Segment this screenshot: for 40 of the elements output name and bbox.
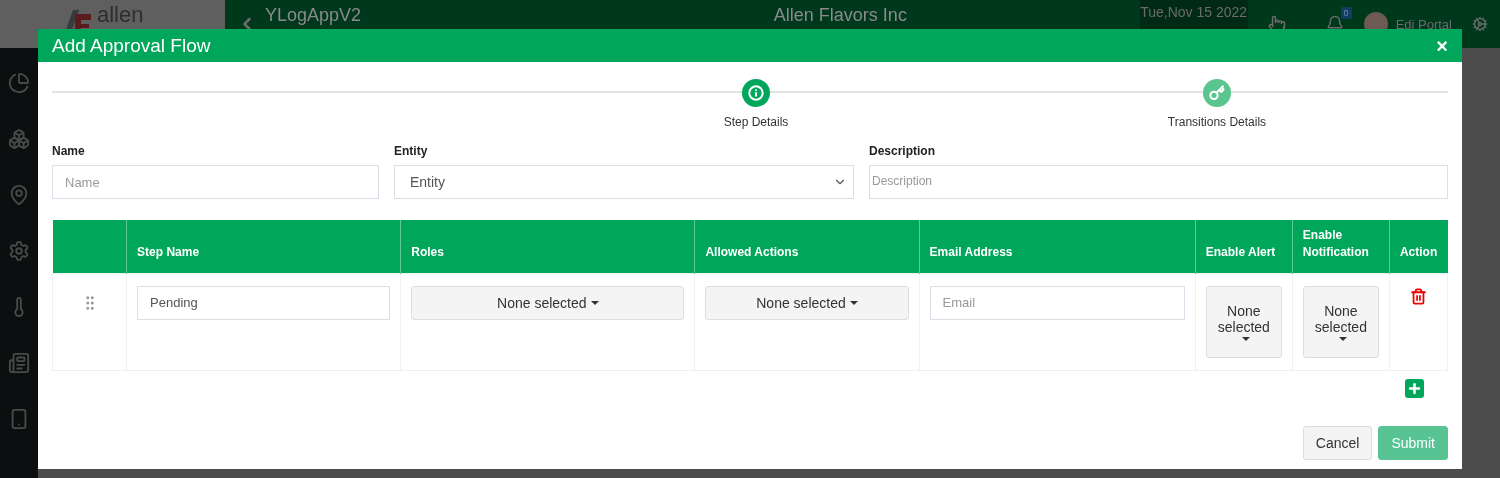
dropdown-button[interactable]: None selected bbox=[1302, 285, 1379, 358]
dropdown-button[interactable]: None selected bbox=[1205, 285, 1282, 358]
gear-icon[interactable] bbox=[8, 240, 30, 262]
user-name: Edi Portal bbox=[1395, 16, 1452, 32]
step-circle[interactable] bbox=[1203, 79, 1231, 107]
newspaper-icon[interactable] bbox=[8, 352, 30, 374]
add-button[interactable] bbox=[1405, 378, 1424, 398]
entity-select[interactable]: Entity bbox=[394, 165, 854, 199]
column-header: Step Name bbox=[126, 220, 401, 273]
description-field[interactable]: Description bbox=[869, 165, 1448, 199]
notification-badge: 0 bbox=[1340, 7, 1352, 19]
column-header: Allowed Actions bbox=[694, 220, 920, 273]
step-circle[interactable] bbox=[742, 79, 770, 107]
step-label: Transitions Details bbox=[1167, 115, 1267, 129]
step-label: Step Details bbox=[723, 115, 789, 129]
trash-icon[interactable] bbox=[1409, 287, 1427, 305]
email-field[interactable]: Email bbox=[929, 285, 1185, 320]
info-icon bbox=[748, 85, 764, 101]
name-field[interactable]: Name bbox=[52, 165, 379, 199]
column-header: Enable Notification bbox=[1292, 220, 1390, 273]
boxes-icon[interactable] bbox=[8, 128, 30, 150]
app-title: YLogAppV2 bbox=[265, 5, 362, 25]
key-icon bbox=[1209, 85, 1225, 101]
column-header: Enable Alert bbox=[1195, 220, 1293, 273]
modal-title: Add Approval Flow bbox=[52, 34, 211, 57]
step-name-field[interactable]: Pending bbox=[137, 285, 391, 320]
field-label: Entity bbox=[394, 144, 429, 158]
field-label: Name bbox=[52, 144, 86, 158]
dropdown-button[interactable]: None selected bbox=[705, 285, 909, 320]
column-header: Action bbox=[1389, 220, 1448, 273]
column-header: Roles bbox=[400, 220, 695, 273]
cancel-button[interactable]: Cancel bbox=[1302, 425, 1373, 460]
field-label: Description bbox=[869, 144, 936, 158]
map-pin-icon[interactable] bbox=[8, 184, 30, 206]
dropdown-button[interactable]: None selected bbox=[411, 285, 685, 320]
column-header: Email Address bbox=[919, 220, 1196, 273]
date-text: Tue,Nov 15 2022 bbox=[1140, 4, 1248, 22]
cogs-icon[interactable] bbox=[1472, 16, 1488, 32]
pie-chart-icon[interactable] bbox=[8, 72, 30, 94]
company-name: Allen Flavors Inc bbox=[772, 5, 907, 25]
